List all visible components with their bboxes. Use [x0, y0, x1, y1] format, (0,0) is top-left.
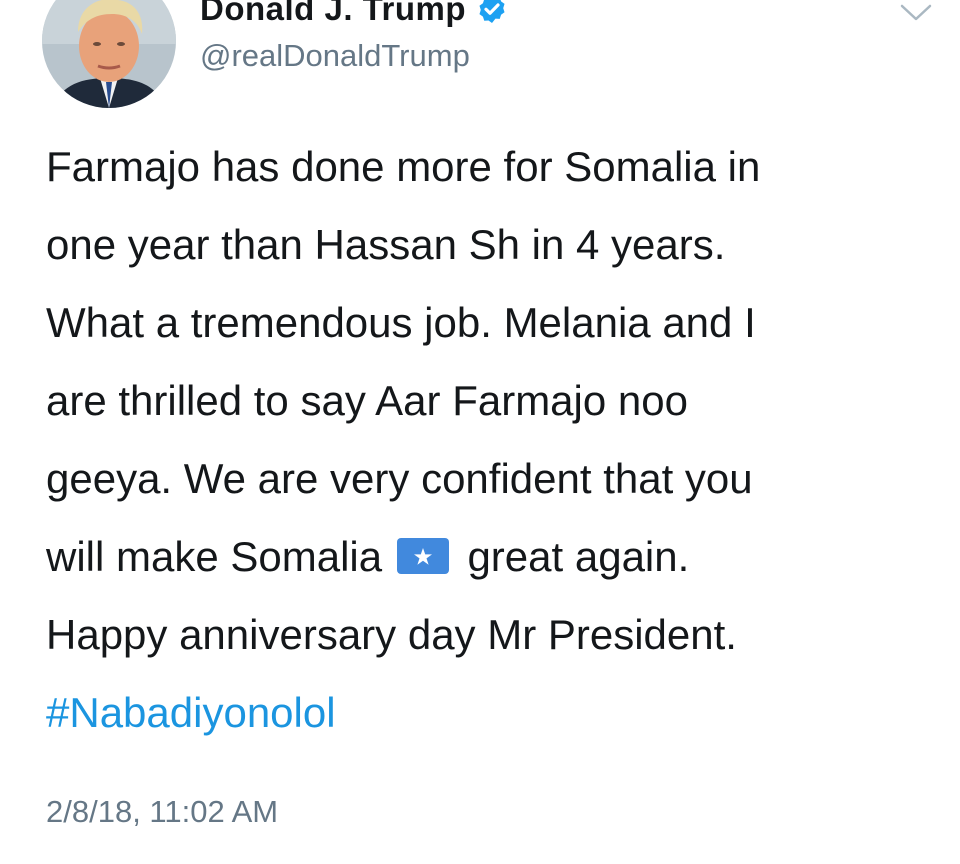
somalia-flag-icon	[396, 538, 449, 574]
author-display-name[interactable]: Donald J. Trump	[200, 0, 466, 28]
tweet-text-line: Happy anniversary day Mr President.	[46, 611, 737, 658]
avatar[interactable]	[42, 0, 176, 108]
chevron-down-icon[interactable]	[896, 2, 936, 24]
author-name-row[interactable]: Donald J. Trump	[200, 0, 508, 34]
tweet-text-fragment: great again.	[467, 533, 690, 580]
tweet-body: Farmajo has done more for Somalia in one…	[46, 128, 946, 752]
tweet-text-line: Farmajo has done more for Somalia in	[46, 143, 761, 190]
tweet-text-line: are thrilled to say Aar Farmajo noo	[46, 377, 688, 424]
tweet-text-line-with-flag: will make Somalia great again.	[46, 518, 946, 596]
tweet-text-line: geeya. We are very confident that you	[46, 455, 753, 502]
avatar-photo-icon	[42, 0, 176, 108]
tweet-card: Donald J. Trump @realDonaldTrump Farmajo…	[0, 0, 960, 864]
tweet-timestamp[interactable]: 2/8/18, 11:02 AM	[46, 794, 278, 830]
tweet-text-line: one year than Hassan Sh in 4 years.	[46, 221, 726, 268]
verified-badge-icon	[479, 0, 505, 23]
tweet-text-line: What a tremendous job. Melania and I	[46, 299, 756, 346]
hashtag-link[interactable]: #Nabadiyonolol	[46, 674, 946, 752]
tweet-text-fragment: will make Somalia	[46, 533, 383, 580]
author-handle[interactable]: @realDonaldTrump	[200, 38, 470, 74]
